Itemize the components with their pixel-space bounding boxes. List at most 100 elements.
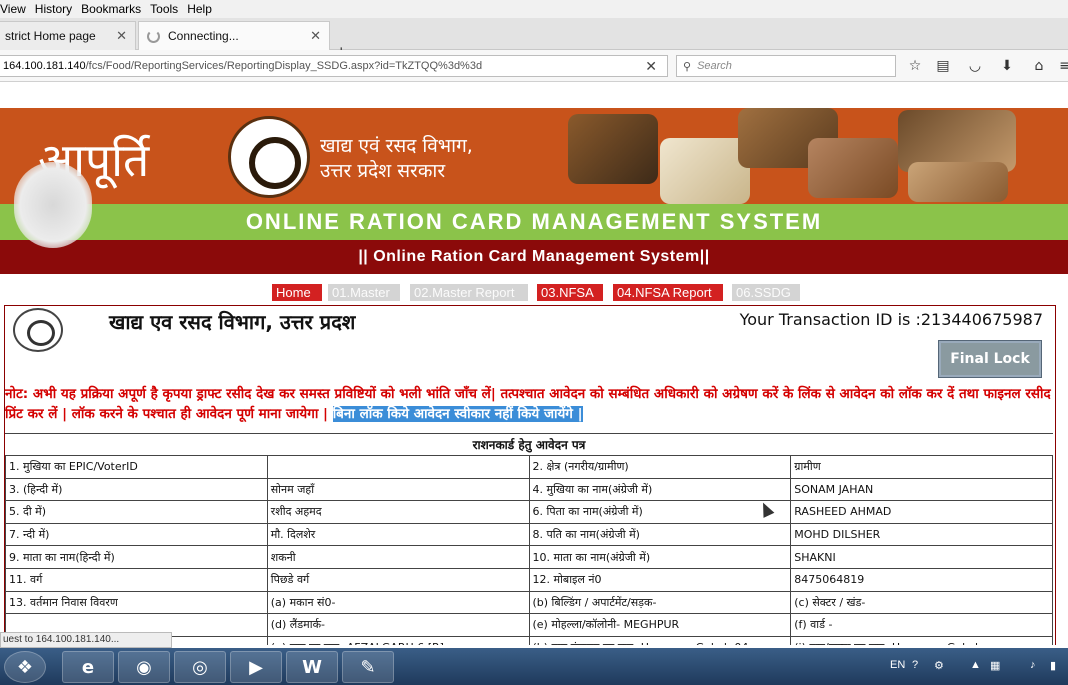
table-row: 9. माता का नाम(हिन्दी में) शकनी 10. माता क…	[5, 545, 1053, 569]
nav-nfsa-report[interactable]: 04.NFSA Report	[613, 284, 723, 301]
search-icon: ⚲	[683, 60, 692, 73]
help-icon[interactable]: ?	[912, 659, 918, 671]
form-title: राशनकार्ड हेतु आवेदन पत्र	[5, 433, 1053, 455]
field-label: (b) बिल्डिंग / अपार्टमेंट/सड़क-	[528, 590, 792, 615]
table-row: 1. मुखिया का EPIC/VoterID 2. क्षेत्र (नगर…	[5, 455, 1053, 479]
tab-district-home[interactable]: strict Home page ✕	[0, 21, 136, 50]
table-row: 11. वर्ग पिछडे वर्ग 12. मोबाइल नं0 84750648…	[5, 567, 1053, 592]
address-bar[interactable]: 164.100.181.140/fcs/Food/ReportingServic…	[0, 55, 668, 77]
tray-expand-icon[interactable]: ▲	[970, 659, 981, 671]
field-label: 5. दी में)	[5, 500, 268, 524]
menu-bookmarks[interactable]: Bookmarks	[81, 2, 141, 16]
field-value: सोनम जहाँ	[266, 477, 530, 502]
note-highlight: बिना लॉक किये आवेदन स्वीकार नहीं किये जा…	[332, 406, 583, 422]
reading-list-icon[interactable]: ▤	[934, 57, 952, 75]
field-label: 9. माता का नाम(हिन्दी में)	[5, 545, 268, 569]
field-label: 10. माता का नाम(अंग्रेजी में)	[528, 545, 792, 569]
close-icon[interactable]: ✕	[310, 28, 321, 44]
field-value: (f) वार्ड -	[790, 613, 1053, 637]
field-value: 8475064819	[790, 567, 1053, 592]
chrome-icon[interactable]: ◎	[174, 651, 226, 683]
field-value: रशीद अहमद	[266, 500, 530, 524]
up-emblem-icon	[13, 308, 63, 352]
start-button-icon[interactable]: ❖	[4, 651, 46, 683]
settings-icon[interactable]: ⚙	[934, 659, 944, 672]
bookmark-star-icon[interactable]: ☆	[906, 57, 924, 75]
volume-icon[interactable]: ♪	[1030, 659, 1036, 671]
notes-icon[interactable]: ✎	[342, 651, 394, 683]
field-label: 2. क्षेत्र (नगरीय/ग्रामीण)	[528, 455, 792, 479]
navigation-toolbar: 164.100.181.140/fcs/Food/ReportingServic…	[0, 50, 1068, 82]
system-title: ONLINE RATION CARD MANAGEMENT SYSTEM	[0, 204, 1068, 240]
search-input[interactable]: ⚲ Search	[676, 55, 896, 77]
nav-ssdg[interactable]: 06.SSDG	[732, 284, 800, 301]
blurred-photo	[14, 162, 92, 248]
final-lock-button[interactable]: Final Lock	[938, 340, 1042, 378]
field-label: 8. पति का नाम(अंग्रेजी में)	[528, 522, 792, 547]
instruction-note: नोट: अभी यह प्रक्रिया अपूर्ण है कृपया ड्…	[5, 384, 1053, 424]
nav-home[interactable]: Home	[272, 284, 322, 301]
word-icon[interactable]: W	[286, 651, 338, 683]
internet-explorer-icon[interactable]: e	[62, 651, 114, 683]
table-row: 13. वर्तमान निवास विवरण (a) मकान सं0- (b) …	[5, 590, 1053, 615]
status-bar: uest to 164.100.181.140...	[0, 632, 172, 648]
field-label: 6. पिता का नाम(अंग्रेजी में)	[528, 500, 792, 524]
department-name: खाद्य एवं रसद विभाग, उत्तर प्रदेश सरकार	[320, 134, 473, 184]
tab-label: strict Home page	[5, 29, 96, 43]
field-value: MOHD DILSHER	[790, 522, 1053, 547]
signal-icon[interactable]: ▮	[1050, 659, 1056, 672]
application-details-table: 1. मुखिया का EPIC/VoterID 2. क्षेत्र (नगर…	[5, 455, 1053, 645]
field-label: 11. वर्ग	[5, 567, 268, 592]
menu-icon[interactable]: ≡	[1056, 57, 1068, 75]
field-value: पिछडे वर्ग	[266, 567, 530, 592]
banner-photo-collage	[568, 108, 1018, 204]
nav-nfsa[interactable]: 03.NFSA	[537, 284, 603, 301]
nav-master-report[interactable]: 02.Master Report	[410, 284, 528, 301]
banner-photo	[568, 114, 658, 184]
field-value: RASHEED AHMAD	[790, 500, 1053, 524]
menu-history[interactable]: History	[35, 2, 72, 16]
close-icon[interactable]: ✕	[116, 28, 127, 44]
field-label: (h) ग्राम पंचायत का नाम- Hoorapur Gokal-…	[528, 635, 792, 645]
field-label: 7. न्दी में)	[5, 522, 268, 547]
menu-help[interactable]: Help	[187, 2, 212, 16]
browser-menubar: View History Bookmarks Tools Help	[0, 0, 1068, 18]
home-icon[interactable]: ⌂	[1030, 57, 1048, 75]
table-row: 5. दी में) रशीद अहमद 6. पिता का नाम(अंग्रे…	[5, 500, 1053, 524]
site-banner: आपूर्ति खाद्य एवं रसद विभाग, उत्तर प्रदे…	[0, 108, 1068, 204]
search-placeholder: Search	[697, 60, 732, 72]
language-indicator[interactable]: EN	[890, 659, 905, 671]
stop-icon[interactable]: ✕	[645, 58, 657, 75]
department-line-1: खाद्य एवं रसद विभाग,	[320, 135, 473, 157]
page-title: खाद्य एव रसद विभाग, उत्तर प्रदश	[109, 310, 356, 334]
field-value: SONAM JAHAN	[790, 477, 1053, 502]
pocket-icon[interactable]: ◡	[966, 57, 984, 75]
tab-connecting[interactable]: Connecting... ✕	[138, 21, 330, 50]
field-label: 13. वर्तमान निवास विवरण	[5, 590, 268, 615]
tab-label: Connecting...	[168, 29, 239, 43]
field-label: 4. मुखिया का नाम(अंग्रेजी में)	[528, 477, 792, 502]
table-row: 7. न्दी में) मौ. दिलशेर 8. पति का नाम(अंग्…	[5, 522, 1053, 547]
up-emblem-icon	[228, 116, 310, 198]
nav-master[interactable]: 01.Master	[328, 284, 400, 301]
network-icon[interactable]: ▦	[990, 659, 1000, 672]
tab-bar: strict Home page ✕ Connecting... ✕ +	[0, 18, 1068, 62]
field-value: ग्रामीण	[790, 455, 1053, 479]
field-value: शकनी	[266, 545, 530, 569]
banner-photo	[660, 138, 750, 204]
download-icon[interactable]: ⬇	[998, 57, 1016, 75]
menu-view[interactable]: View	[0, 2, 26, 16]
menu-tools[interactable]: Tools	[150, 2, 178, 16]
department-line-2: उत्तर प्रदेश सरकार	[320, 160, 446, 182]
windows-taskbar: ❖ e ◉ ◎ ▶ W ✎ EN ? ⚙ ▲ ▦ ♪ ▮	[0, 648, 1068, 685]
field-label: 3. (हिन्दी में)	[5, 477, 268, 502]
field-value: (a) मकान सं0-	[266, 590, 530, 615]
media-player-icon[interactable]: ▶	[230, 651, 282, 683]
field-label: 12. मोबाइल नं0	[528, 567, 792, 592]
url-path: /fcs/Food/ReportingServices/ReportingDis…	[85, 60, 483, 72]
table-row: 3. (हिन्दी में) सोनम जहाँ 4. मुखिया का नाम…	[5, 477, 1053, 502]
banner-photo	[808, 138, 898, 198]
firefox-icon[interactable]: ◉	[118, 651, 170, 683]
field-value: (i) ग्राम/कस्बा का नाम- Hoorapur Gokal	[790, 635, 1053, 645]
loading-spinner-icon	[147, 29, 160, 43]
